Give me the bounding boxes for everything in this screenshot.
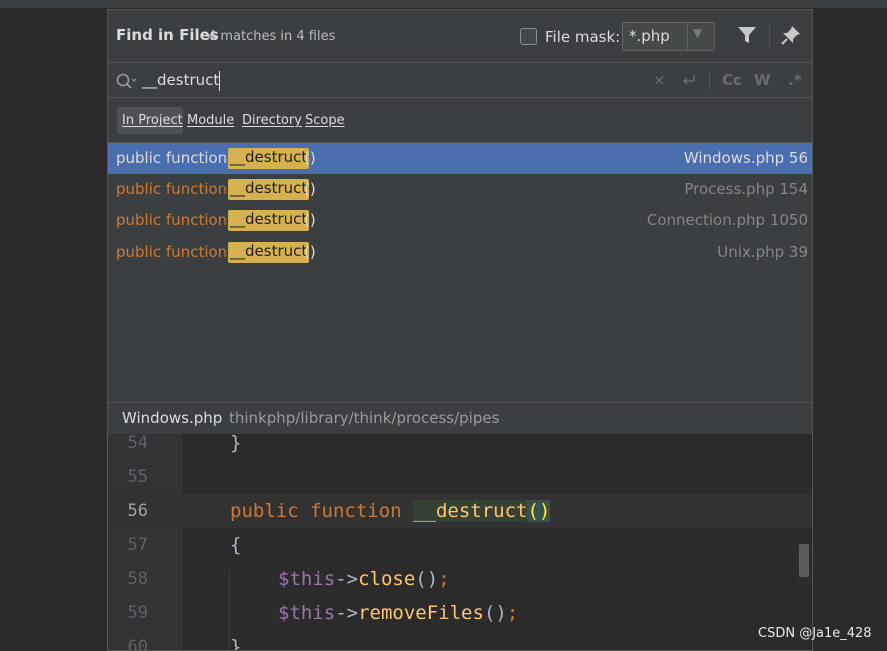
pin-icon[interactable] (780, 24, 802, 46)
keyword: public (230, 500, 299, 522)
watermark: CSDN @Ja1e_428 (758, 626, 872, 641)
result-suffix: () (304, 180, 316, 198)
method-name: close (358, 568, 416, 590)
code-line: 59 $this->removeFiles(); (108, 596, 812, 630)
search-icon[interactable] (115, 72, 137, 90)
chevron-down-icon[interactable]: ▼ (693, 26, 702, 40)
text-caret (219, 71, 220, 91)
result-match: __destruct (228, 179, 310, 200)
tab-in-project[interactable]: In Project (122, 113, 183, 128)
code-line: 58 $this->close(); (108, 562, 812, 596)
code-line: 54 } (108, 426, 812, 460)
line-number: 60 (127, 637, 148, 651)
match-count: 4 matches in 4 files (208, 29, 336, 44)
tab-module[interactable]: Module (187, 113, 234, 128)
header-divider (769, 23, 770, 49)
code-text: } (230, 636, 242, 651)
new-line-icon[interactable] (680, 73, 698, 89)
file-mask-value: *.php (629, 27, 670, 45)
result-suffix: () (304, 211, 316, 229)
result-file: Windows.php 56 (683, 149, 808, 167)
result-row[interactable]: public function __destruct () Windows.ph… (108, 143, 812, 174)
result-row[interactable]: public function __destruct () Connection… (108, 205, 812, 236)
results-list: public function __destruct () Windows.ph… (108, 143, 812, 402)
match-case-toggle[interactable]: Cc (722, 71, 742, 89)
result-match: __destruct (228, 242, 310, 263)
result-match: __destruct (228, 210, 310, 231)
variable: $this (278, 568, 336, 590)
semicolon: ; (506, 602, 519, 624)
method-name: removeFiles (358, 602, 484, 624)
file-mask-checkbox[interactable] (520, 28, 537, 45)
line-number: 55 (127, 467, 148, 487)
preview-file-path: thinkphp/library/think/process/pipes (229, 409, 500, 427)
parens: () (527, 500, 551, 522)
code-line: 60 } (108, 630, 812, 651)
line-number: 56 (127, 501, 148, 521)
arrow-op: -> (335, 602, 359, 624)
dialog-title: Find in Files (116, 26, 219, 44)
result-row[interactable]: public function __destruct () Process.ph… (108, 174, 812, 205)
code-text: public function __destruct() (230, 494, 551, 528)
line-number: 57 (127, 535, 148, 555)
result-file: Connection.php 1050 (646, 211, 808, 229)
dialog-header: Find in Files 4 matches in 4 files File … (108, 10, 812, 62)
code-text: { (230, 534, 242, 556)
code-text: $this->removeFiles(); (278, 596, 518, 630)
result-suffix: () (304, 149, 316, 167)
tab-scope[interactable]: Scope (305, 113, 345, 128)
scrollbar-thumb[interactable] (799, 544, 809, 577)
search-input[interactable] (142, 68, 612, 92)
whole-words-toggle[interactable]: W (754, 71, 771, 89)
scope-tabs: In Project Module Directory Scope (108, 99, 812, 143)
combo-divider (687, 23, 688, 50)
code-line-current: 56 public function __destruct() (108, 494, 812, 528)
regex-toggle[interactable]: .* (788, 71, 802, 89)
result-prefix: public function (116, 180, 232, 198)
line-number: 58 (127, 569, 148, 589)
code-text: } (230, 432, 242, 454)
code-line: 57 { (108, 528, 812, 562)
result-file: Unix.php 39 (717, 243, 808, 261)
result-prefix: public function (116, 149, 232, 167)
keyword: function (310, 500, 402, 522)
result-prefix: public function (116, 211, 232, 229)
filter-icon[interactable] (736, 24, 758, 46)
tab-directory[interactable]: Directory (242, 113, 302, 128)
preview-file-name: Windows.php (122, 409, 223, 427)
search-divider (709, 71, 710, 91)
code-preview[interactable]: 54 } 55 56 public function __destruct() … (108, 432, 812, 651)
file-mask-combo[interactable]: *.php ▼ (622, 22, 715, 51)
line-number: 59 (127, 603, 148, 623)
window-top-bar (0, 0, 887, 8)
clear-icon[interactable]: × (653, 71, 666, 89)
find-in-files-dialog: Find in Files 4 matches in 4 files File … (107, 9, 813, 651)
semicolon: ; (438, 568, 450, 590)
arrow-op: -> (335, 568, 359, 590)
result-file: Process.php 154 (684, 180, 808, 198)
result-prefix: public function (116, 243, 232, 261)
result-row[interactable]: public function __destruct () Unix.php 3… (108, 237, 812, 268)
code-text: $this->close(); (278, 562, 450, 596)
result-match: __destruct (228, 148, 310, 169)
function-name: __destruct (413, 500, 528, 522)
variable: $this (278, 602, 336, 624)
call-parens: () (415, 568, 439, 590)
file-mask-label[interactable]: File mask: (545, 28, 620, 46)
code-line: 55 (108, 460, 812, 494)
call-parens: () (483, 602, 507, 624)
result-suffix: () (304, 243, 316, 261)
search-row: × Cc W .* (108, 62, 812, 98)
line-number: 54 (127, 433, 148, 453)
